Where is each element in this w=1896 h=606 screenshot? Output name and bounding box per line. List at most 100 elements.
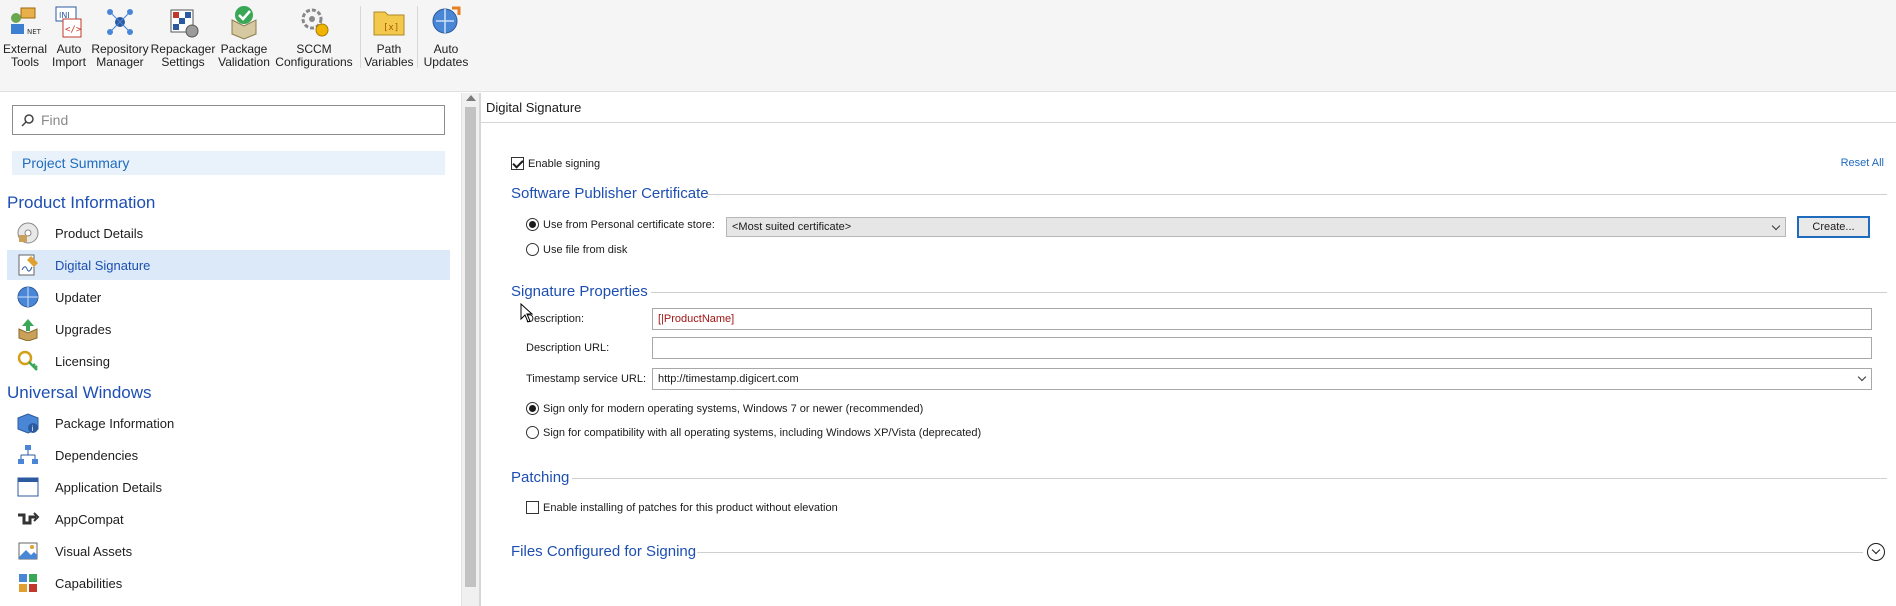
sidebar-scrollbar[interactable]: [461, 93, 479, 606]
signature-heading-text: Signature Properties: [511, 283, 648, 300]
sidebar-item-dependencies[interactable]: Dependencies: [7, 440, 450, 470]
upgrades-icon: [16, 317, 40, 341]
sidebar-item-capabilities[interactable]: Capabilities: [7, 568, 450, 598]
group-divider: [707, 194, 1887, 195]
enable-patches-check[interactable]: [526, 501, 539, 514]
sidebar-item-label: Licensing: [55, 353, 110, 369]
sidebar-item-licensing[interactable]: Licensing: [7, 346, 450, 376]
repackager-settings-button[interactable]: Repackager Settings: [151, 4, 215, 72]
description-url-label: Description URL:: [526, 342, 610, 354]
auto-import-icon: INI </>: [55, 6, 82, 38]
repository-manager-button[interactable]: Repository Manager: [90, 4, 150, 72]
timestamp-label: Timestamp service URL:: [526, 373, 647, 385]
auto-updates-button[interactable]: Auto Updates: [421, 4, 471, 72]
page-title: Digital Signature: [486, 100, 582, 115]
use-store-label: Use from Personal certificate store:: [543, 218, 715, 231]
description-url-field[interactable]: [652, 337, 1872, 359]
enable-patches-label: Enable installing of patches for this pr…: [543, 501, 838, 514]
scroll-up-arrow-icon[interactable]: [466, 95, 476, 101]
svg-text:i: i: [32, 425, 34, 433]
application-details-icon: [16, 475, 40, 499]
digital-signature-icon: [16, 253, 40, 277]
find-box[interactable]: [12, 105, 445, 135]
patching-group-heading: Patching: [511, 469, 569, 486]
sign-compat-radio-dot[interactable]: [526, 426, 539, 439]
package-validation-button[interactable]: Package Validation: [216, 4, 272, 72]
use-file-radio[interactable]: Use file from disk: [526, 243, 627, 256]
timestamp-value: http://timestamp.digicert.com: [658, 373, 799, 385]
sidebar-item-label: Application Details: [55, 479, 162, 495]
sidebar-item-updater[interactable]: Updater: [7, 282, 450, 312]
signature-group-heading: Signature Properties: [511, 283, 648, 300]
mouse-cursor-icon: [520, 303, 534, 323]
repackager-settings-icon: [170, 9, 199, 38]
appcompat-icon: [16, 507, 40, 531]
repository-manager-label: Repository Manager: [91, 42, 149, 69]
sccm-configurations-button[interactable]: SCCM Configurations: [274, 4, 354, 72]
sidebar-item-label: Visual Assets: [55, 543, 133, 559]
reset-all-link[interactable]: Reset All: [1841, 157, 1884, 169]
sidebar-item-label: Digital Signature: [55, 257, 151, 273]
files-heading-text: Files Configured for Signing: [511, 543, 697, 560]
sidebar-item-appcompat[interactable]: AppCompat: [7, 504, 450, 534]
licensing-icon: [16, 349, 40, 373]
sidebar-item-digital-signature[interactable]: Digital Signature: [7, 250, 450, 280]
create-certificate-button[interactable]: Create...: [1797, 216, 1870, 238]
timestamp-combo[interactable]: http://timestamp.digicert.com: [652, 368, 1872, 390]
enable-signing-checkbox[interactable]: Enable signing: [511, 157, 600, 170]
use-file-radio-dot[interactable]: [526, 243, 539, 256]
ribbon-separator: [360, 6, 361, 68]
use-store-radio-dot[interactable]: [526, 218, 539, 231]
sidebar-item-visual-assets[interactable]: Visual Assets: [7, 536, 450, 566]
path-variables-button[interactable]: [x] Path Variables: [364, 4, 414, 72]
description-field[interactable]: [|ProductName]: [652, 308, 1872, 330]
certificate-heading-text: Software Publisher Certificate: [511, 185, 709, 202]
project-summary-link[interactable]: Project Summary: [12, 151, 445, 175]
section-product-information[interactable]: Product Information: [7, 193, 155, 213]
sidebar-item-package-information[interactable]: i Package Information: [7, 408, 450, 438]
auto-import-button[interactable]: INI </> Auto Import: [50, 4, 88, 72]
chevron-down-icon: [1857, 372, 1867, 382]
sign-modern-radio-dot[interactable]: [526, 402, 539, 415]
svg-text:NET: NET: [27, 28, 42, 36]
sidebar-item-application-details[interactable]: Application Details: [7, 472, 450, 502]
sidebar-item-upgrades[interactable]: Upgrades: [7, 314, 450, 344]
description-label: Description:: [526, 313, 585, 325]
group-divider: [697, 552, 1863, 553]
svg-text:</>: </>: [65, 25, 82, 35]
external-tools-icon: NET: [11, 7, 42, 36]
sign-compat-label: Sign for compatibility with all operatin…: [543, 426, 982, 439]
scrollbar-thumb[interactable]: [465, 107, 476, 587]
updater-icon: [16, 285, 40, 309]
chevron-down-icon: [1771, 221, 1781, 231]
dependencies-icon: [16, 443, 40, 467]
external-tools-button[interactable]: NET External Tools: [2, 4, 48, 72]
ribbon-separator: [417, 6, 418, 68]
auto-import-label: Auto Import: [51, 42, 86, 69]
path-variables-icon: [x]: [373, 11, 405, 36]
sidebar-item-product-details[interactable]: Product Details: [7, 218, 450, 248]
product-details-icon: [16, 221, 40, 245]
sign-modern-radio[interactable]: Sign only for modern operating systems, …: [526, 402, 923, 415]
sidebar-item-label: Dependencies: [55, 447, 139, 463]
certificate-group-heading: Software Publisher Certificate: [511, 185, 709, 202]
use-store-radio[interactable]: Use from Personal certificate store:: [526, 218, 715, 231]
section-universal-windows[interactable]: Universal Windows: [7, 383, 152, 403]
certificate-store-select[interactable]: <Most suited certificate>: [726, 217, 1786, 237]
svg-text:[x]: [x]: [383, 23, 399, 33]
use-file-label: Use file from disk: [543, 243, 628, 256]
sidebar-item-label: Upgrades: [55, 321, 112, 337]
auto-updates-label: Auto Updates: [423, 42, 469, 69]
path-variables-label: Path Variables: [364, 42, 414, 69]
enable-patches-checkbox[interactable]: Enable installing of patches for this pr…: [526, 501, 838, 514]
expand-chevron-icon[interactable]: [1867, 543, 1885, 561]
files-group-heading[interactable]: Files Configured for Signing: [511, 543, 696, 560]
sign-compat-radio[interactable]: Sign for compatibility with all operatin…: [526, 426, 981, 439]
sccm-configurations-label: SCCM Configurations: [275, 42, 353, 69]
sidebar-item-label: Updater: [55, 289, 102, 305]
sidebar-item-label: AppCompat: [55, 511, 124, 527]
title-divider: [481, 122, 1896, 123]
sidebar-item-label: Product Details: [55, 225, 144, 241]
enable-signing-check[interactable]: [511, 157, 524, 170]
find-input[interactable]: [41, 112, 431, 128]
